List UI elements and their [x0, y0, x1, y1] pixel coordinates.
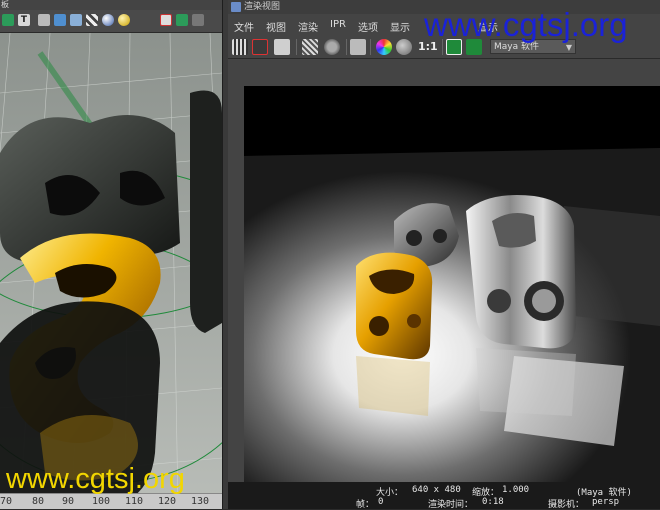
smooth-shade-icon[interactable]	[54, 14, 66, 26]
watermark-top: www.cgtsj.org	[424, 6, 628, 43]
grid-icon[interactable]	[2, 14, 14, 26]
perspective-viewport[interactable]: 板 T 70 80 90 100 110 120 130	[0, 0, 222, 509]
menu-options[interactable]: 选项	[358, 19, 378, 34]
isolate-icon[interactable]	[160, 14, 172, 26]
shadow-light-icon[interactable]	[118, 14, 130, 26]
clapboard-icon[interactable]	[232, 39, 248, 55]
color-channels-icon[interactable]	[376, 39, 392, 55]
menu-ipr[interactable]: IPR	[330, 19, 346, 30]
viewport-scene[interactable]	[0, 33, 222, 509]
render-window-icon	[231, 2, 241, 12]
render-settings-icon[interactable]	[350, 39, 366, 55]
ruler-tick: 90	[62, 496, 75, 507]
watermark-bottom: www.cgtsj.org	[6, 463, 185, 495]
ipr-render-icon[interactable]	[302, 39, 318, 55]
wireframe-cube-icon[interactable]	[38, 14, 50, 26]
frame-label: 帧：	[356, 500, 375, 510]
ruler-tick: 70	[0, 496, 13, 507]
camera-icon[interactable]	[192, 14, 204, 26]
ruler-tick: 130	[191, 496, 210, 507]
menu-render[interactable]: 渲染	[298, 19, 318, 34]
viewport-toolbar: T	[0, 10, 222, 33]
shaded-cube-icon[interactable]	[70, 14, 82, 26]
text-icon[interactable]: T	[18, 14, 30, 26]
render-time-label: 渲染时间：	[428, 500, 474, 510]
refresh-icon[interactable]	[324, 39, 340, 55]
rendered-image	[244, 86, 660, 482]
zoom-value: 1.000	[502, 485, 530, 495]
frame-value: 0	[378, 497, 384, 507]
alpha-channel-icon[interactable]	[396, 39, 412, 55]
gold-object-render	[356, 252, 433, 360]
menu-file[interactable]: 文件	[234, 19, 254, 34]
camera-value: persp	[592, 497, 620, 507]
texture-icon[interactable]	[86, 14, 98, 26]
xray-icon[interactable]	[176, 14, 188, 26]
sphere-light-icon[interactable]	[102, 14, 114, 26]
render-status-bar: 大小： 640 x 480 缩放： 1.000 (Maya 软件) 帧： 0 渲…	[228, 482, 660, 510]
menu-view[interactable]: 视图	[266, 19, 286, 34]
ruler-tick: 100	[92, 496, 111, 507]
render-region-icon[interactable]	[252, 39, 268, 55]
viewport-title: 板	[0, 0, 222, 10]
ruler-tick: 80	[32, 496, 45, 507]
render-view-title: 渲染视图	[244, 2, 281, 12]
ruler-tick: 120	[158, 496, 177, 507]
object-shadow	[564, 206, 660, 326]
camera-label: 摄影机：	[548, 500, 585, 510]
size-value: 640 x 480	[412, 485, 461, 495]
snapshot-camera-icon[interactable]	[274, 39, 290, 55]
render-time-value: 0:18	[482, 497, 504, 507]
render-view-window: 渲染视图 文件 视图 渲染 IPR 选项 显示 显示 1:1 Maya 软件 ▼	[228, 0, 660, 510]
menu-display[interactable]: 显示	[390, 19, 410, 34]
dark-pillar	[190, 90, 222, 333]
ruler-tick: 110	[125, 496, 144, 507]
